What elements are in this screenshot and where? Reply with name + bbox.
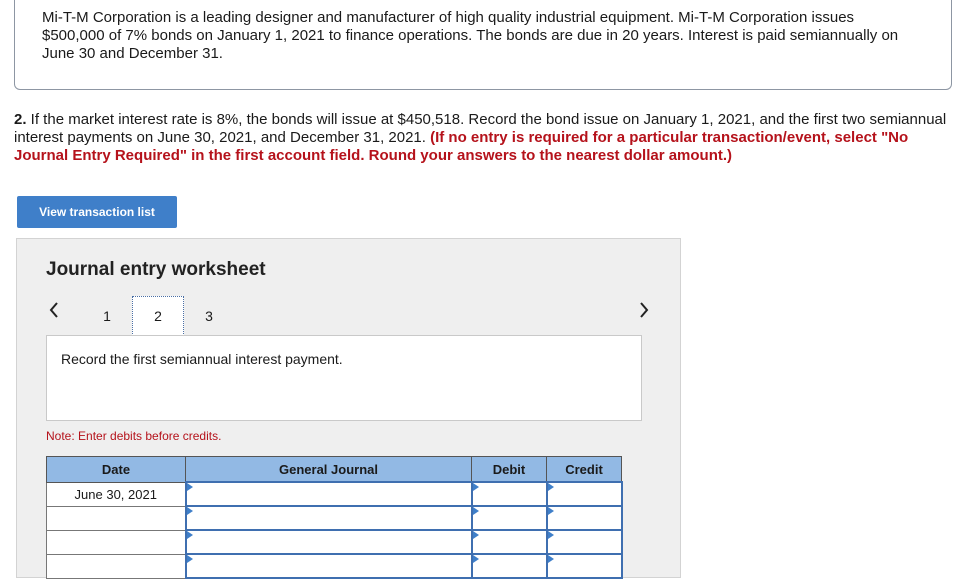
credit-input[interactable] <box>545 529 623 555</box>
table-header-row: Date General Journal Debit Credit <box>46 456 622 483</box>
instruction-box: Record the first semiannual interest pay… <box>46 335 642 421</box>
intro-text: Mi-T-M Corporation is a leading designer… <box>42 9 899 62</box>
table-row <box>46 553 623 579</box>
col-header-credit: Credit <box>546 456 622 483</box>
date-cell <box>46 529 186 555</box>
page-tab-2[interactable]: 2 <box>132 296 184 336</box>
debit-input[interactable] <box>470 481 548 507</box>
table-row <box>46 529 623 555</box>
account-input[interactable] <box>184 481 473 507</box>
account-input[interactable] <box>184 505 473 531</box>
prev-page-button[interactable] <box>46 299 62 321</box>
table-row <box>46 505 623 531</box>
chevron-right-icon <box>640 302 649 318</box>
worksheet-title: Journal entry worksheet <box>46 259 266 280</box>
account-input[interactable] <box>184 553 473 579</box>
instruction-text: Record the first semiannual interest pay… <box>61 351 343 367</box>
date-cell: June 30, 2021 <box>46 481 186 507</box>
credit-input[interactable] <box>545 505 623 531</box>
page-tab-1[interactable]: 1 <box>81 296 133 336</box>
debit-credit-note: Note: Enter debits before credits. <box>46 429 222 443</box>
page-tab-3[interactable]: 3 <box>183 296 235 336</box>
journal-table: Date General Journal Debit Credit June 3… <box>46 456 623 579</box>
col-header-date: Date <box>46 456 186 483</box>
view-transaction-list-button[interactable]: View transaction list <box>17 196 177 228</box>
question-number: 2. <box>14 111 27 128</box>
chevron-left-icon <box>49 302 58 318</box>
debit-input[interactable] <box>470 553 548 579</box>
table-row: June 30, 2021 <box>46 481 623 507</box>
next-page-button[interactable] <box>636 299 652 321</box>
account-input[interactable] <box>184 529 473 555</box>
debit-input[interactable] <box>470 505 548 531</box>
journal-entry-worksheet: Journal entry worksheet 1 2 3 Record the… <box>16 238 681 579</box>
col-header-debit: Debit <box>471 456 547 483</box>
date-cell <box>46 553 186 579</box>
question-text: 2. If the market interest rate is 8%, th… <box>14 111 959 165</box>
date-cell <box>46 505 186 531</box>
credit-input[interactable] <box>545 553 623 579</box>
debit-input[interactable] <box>470 529 548 555</box>
col-header-general-journal: General Journal <box>185 456 472 483</box>
credit-input[interactable] <box>545 481 623 507</box>
